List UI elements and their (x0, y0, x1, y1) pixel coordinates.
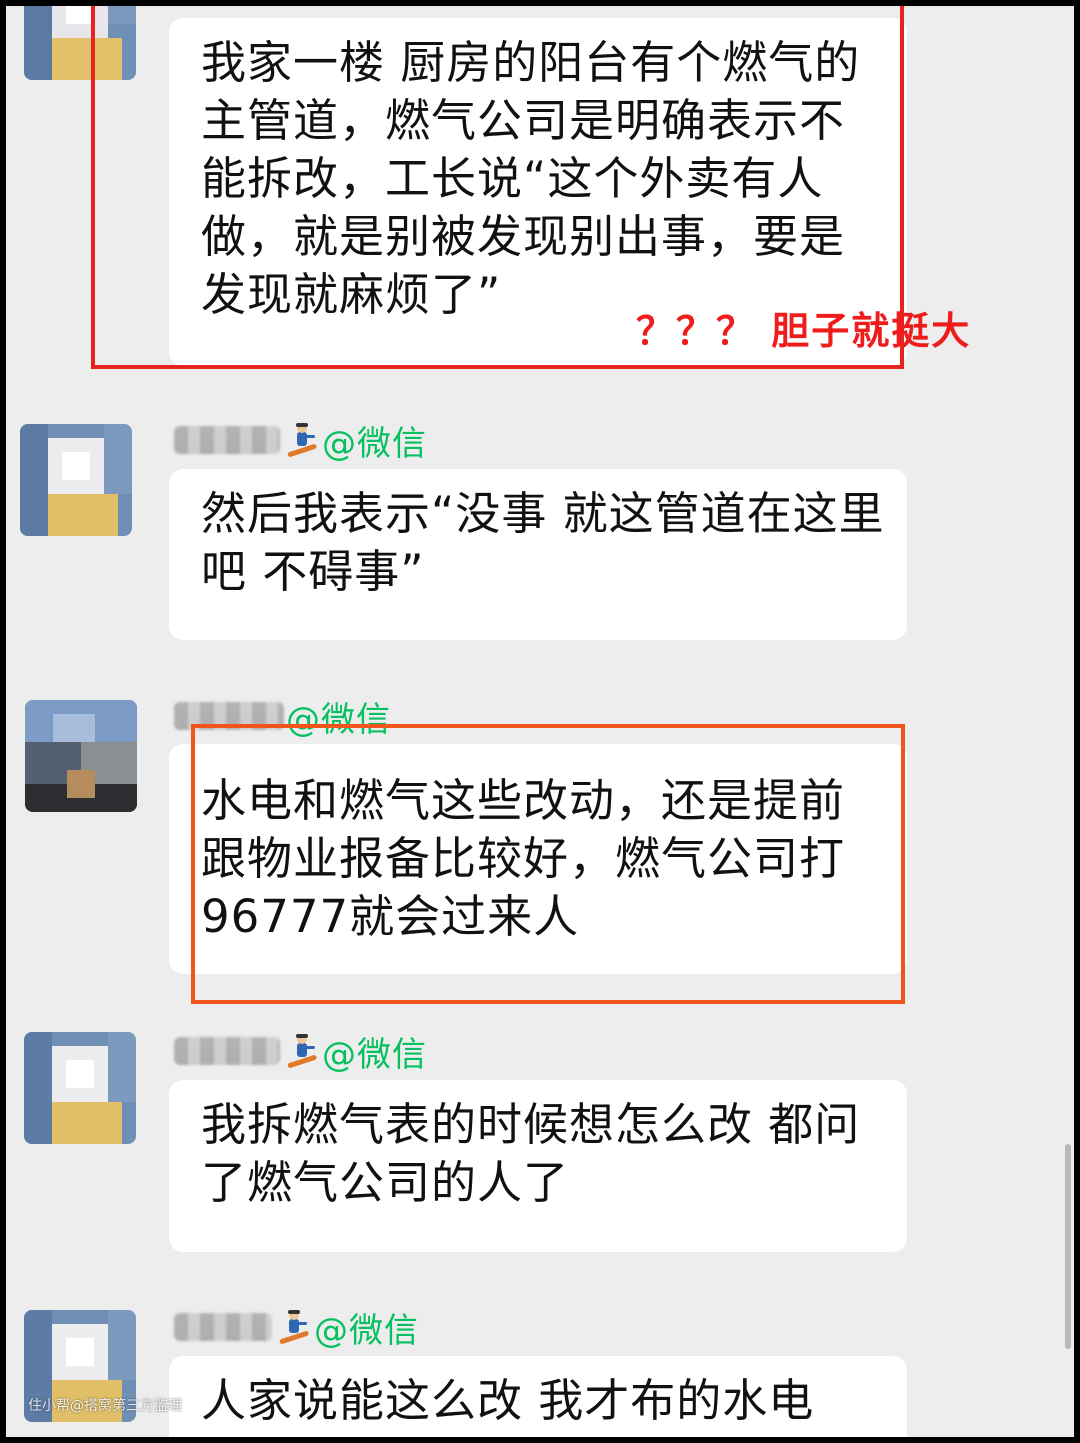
blurred-nickname (174, 1313, 272, 1341)
snowboarder-icon (279, 1310, 309, 1344)
message-text: 人家说能这么改 我才布的水电 (201, 1374, 815, 1427)
message-bubble[interactable]: 我拆燃气表的时候想怎么改 都问了燃气公司的人了 (169, 1080, 907, 1252)
chat-screen: 我家一楼 厨房的阳台有个燃气的主管道，燃气公司是明确表示不能拆改，工长说“这个外… (6, 6, 1074, 1437)
sender-name: @微信 (174, 420, 427, 464)
message-bubble[interactable]: 人家说能这么改 我才布的水电 (169, 1356, 907, 1437)
message-text: 然后我表示“没事 就这管道在这里吧 不碍事” (201, 487, 885, 598)
pixelated-avatar (24, 1032, 136, 1144)
wechat-tag: @微信 (322, 423, 427, 464)
sender-name: @微信 (174, 1307, 419, 1351)
annotation-text: ？？？ 胆子就挺大 (636, 309, 972, 353)
avatar[interactable] (25, 700, 137, 812)
snowboarder-icon (287, 1034, 317, 1068)
scrollbar[interactable] (1065, 1144, 1071, 1349)
highlight-box-orange (191, 724, 905, 1004)
pixelated-avatar (20, 424, 132, 536)
message-text: 我拆燃气表的时候想怎么改 都问了燃气公司的人了 (201, 1098, 861, 1209)
watermark: 住小帮@搭窝第三方监理 (28, 1398, 182, 1414)
sender-name: @微信 (174, 1031, 427, 1075)
avatar[interactable] (20, 424, 132, 536)
wechat-tag: @微信 (314, 1310, 419, 1351)
avatar[interactable] (24, 1032, 136, 1144)
wechat-tag: @微信 (322, 1034, 427, 1075)
blurred-nickname (174, 1037, 280, 1065)
blurred-nickname (174, 426, 280, 454)
pixelated-avatar (25, 700, 137, 812)
message-bubble[interactable]: 然后我表示“没事 就这管道在这里吧 不碍事” (169, 469, 907, 640)
snowboarder-icon (287, 423, 317, 457)
